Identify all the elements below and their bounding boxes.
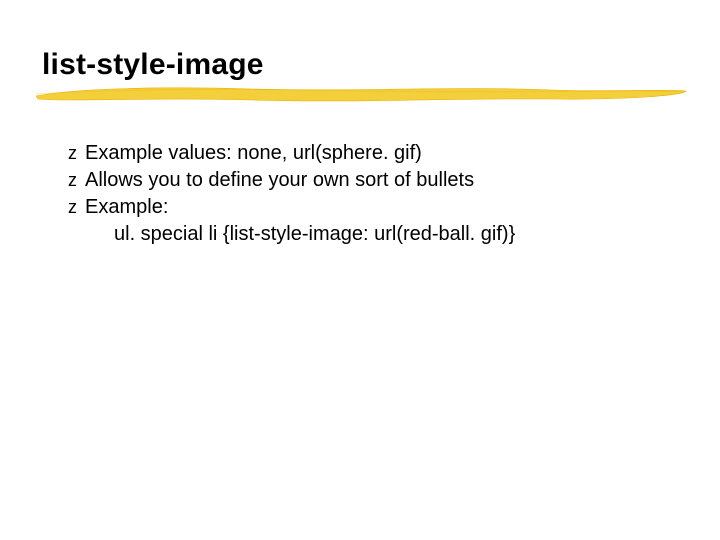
slide: list-style-image z Example values: none,… [0,0,720,540]
slide-body: z Example values: none, url(sphere. gif)… [40,140,680,248]
bullet-icon: z [68,194,77,220]
list-item: z Example values: none, url(sphere. gif) [68,140,680,167]
slide-title: list-style-image [42,48,680,82]
list-item: z Allows you to define your own sort of … [68,167,680,194]
bullet-icon: z [68,140,77,166]
bullet-icon: z [68,167,77,193]
list-item-text: Example values: none, url(sphere. gif) [85,140,422,167]
list-item: z Example: [68,194,680,221]
title-underline [40,86,680,110]
list-item-text: Example: [85,194,168,221]
list-item-subtext: ul. special li {list-style-image: url(re… [68,221,680,248]
brush-stroke-icon [32,80,692,108]
list-item-text: Allows you to define your own sort of bu… [85,167,474,194]
